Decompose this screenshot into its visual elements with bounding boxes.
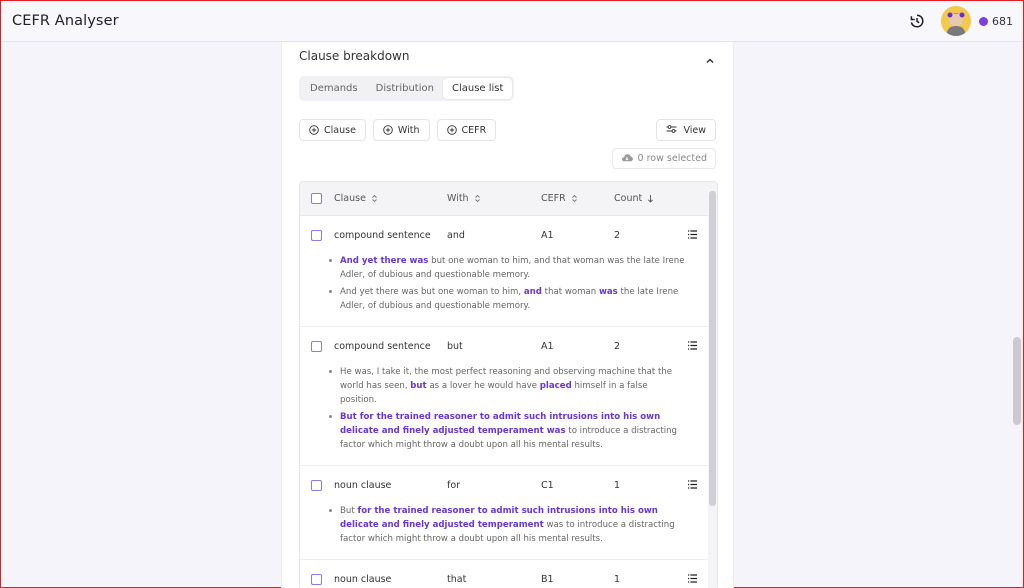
table-row-main: noun clause for C1 1 [300,466,717,504]
filter-cefr-button[interactable]: CEFR [436,119,497,141]
plus-circle-icon [446,125,457,135]
select-all-checkbox[interactable] [311,193,322,204]
column-header-cefr[interactable]: CEFR [541,193,614,204]
header-actions: 681 [909,6,1013,36]
example-text: And yet there was but one woman to him, [340,287,524,297]
coin-icon [979,16,988,26]
example-sentence: But for the trained reasoner to admit su… [329,504,687,546]
table-row: compound sentence and A1 2 And yet there… [300,216,717,327]
column-header-count[interactable]: Count [614,193,688,204]
clause-table: Clause With CEFR Count compound sentence… [299,181,718,588]
example-text: that woman [541,287,599,297]
table-row: compound sentence but A1 2 He was, I tak… [300,327,717,466]
view-button[interactable]: View [656,119,716,141]
row-checkbox[interactable] [311,573,322,585]
sort-icon [571,194,578,203]
table-row: noun clause that B1 1 [300,560,717,588]
table-body: compound sentence and A1 2 And yet there… [300,216,717,588]
example-list: And yet there was but one woman to him, … [300,254,717,313]
tab-clause-list[interactable]: Clause list [442,78,513,99]
cell-clause: noun clause [334,479,392,491]
filter-with-button[interactable]: With [372,119,430,141]
row-checkbox[interactable] [311,229,322,241]
table-row-main: compound sentence and A1 2 [300,216,717,254]
cell-cefr: C1 [541,479,554,491]
table-row: noun clause for C1 1 But for the trained… [300,466,717,560]
cell-with: but [447,340,463,352]
example-sentence: He was, I take it, the most perfect reas… [329,365,687,407]
filter-cefr-label: CEFR [461,124,487,136]
list-icon[interactable] [688,480,697,489]
cell-cefr: B1 [541,573,554,585]
section-title: Clause breakdown [299,49,410,63]
filter-clause-button[interactable]: Clause [299,119,366,141]
sort-icon [474,194,481,203]
cell-with: for [447,479,461,491]
cell-clause: noun clause [334,573,392,585]
filter-clause-label: Clause [324,124,356,136]
example-sentence: And yet there was but one woman to him, … [329,254,687,282]
arrow-down-icon [647,194,654,203]
column-header-clause[interactable]: Clause [334,193,447,204]
table-scrollbar[interactable] [708,182,717,588]
tab-demands[interactable]: Demands [301,78,367,99]
cloud-download-icon [621,153,633,165]
cell-with: that [447,573,467,585]
clause-breakdown-card: Clause breakdown Demands Distribution Cl… [281,42,734,588]
tab-distribution[interactable]: Distribution [367,78,443,99]
chevron-up-icon[interactable] [705,51,715,64]
plus-circle-icon [309,125,319,135]
example-sentence: And yet there was but one woman to him, … [329,285,687,313]
example-text: But [340,506,358,516]
avatar[interactable] [941,6,971,36]
coin-balance: 681 [979,15,1013,28]
highlighted-text: And yet there was [340,256,429,266]
cell-count: 1 [614,573,621,585]
sort-icon [371,194,378,203]
table-scrollbar-thumb[interactable] [709,191,716,506]
cell-cefr: A1 [541,340,554,352]
rows-selected-label: 0 row selected [637,153,707,164]
app-title: CEFR Analyser [12,13,119,29]
app-header: CEFR Analyser 681 [1,1,1023,42]
highlighted-text: but [410,381,427,391]
column-header-with[interactable]: With [447,193,541,204]
tab-group: Demands Distribution Clause list [299,76,515,101]
filter-with-label: With [397,124,420,136]
cell-count: 2 [614,229,621,241]
cell-clause: compound sentence [334,340,431,352]
table-header: Clause With CEFR Count [300,182,717,216]
table-row-main: noun clause that B1 1 [300,560,717,588]
download-selected-button[interactable]: 0 row selected [611,148,716,169]
table-row-main: compound sentence but A1 2 [300,327,717,365]
example-text: as a lover he would have [426,381,540,391]
row-checkbox[interactable] [311,340,322,352]
view-label: View [683,124,706,136]
row-checkbox[interactable] [311,479,322,491]
list-icon[interactable] [688,230,697,239]
filter-bar: Clause With CEFR [299,119,497,141]
plus-circle-icon [383,125,393,135]
highlighted-text: and [523,287,542,297]
history-icon[interactable] [909,13,925,29]
cell-with: and [447,229,465,241]
highlighted-text: was [598,287,618,297]
page-scrollbar-thumb[interactable] [1013,337,1021,425]
cell-count: 2 [614,340,621,352]
example-sentence: But for the trained reasoner to admit su… [329,410,687,452]
list-icon[interactable] [688,341,697,350]
sliders-icon [666,124,677,137]
example-list: He was, I take it, the most perfect reas… [300,365,717,452]
coin-count: 681 [992,14,1013,28]
highlighted-text: placed [539,381,572,391]
list-icon[interactable] [688,574,697,583]
example-list: But for the trained reasoner to admit su… [300,504,717,546]
cell-cefr: A1 [541,229,554,241]
cell-clause: compound sentence [334,229,431,241]
cell-count: 1 [614,479,621,491]
